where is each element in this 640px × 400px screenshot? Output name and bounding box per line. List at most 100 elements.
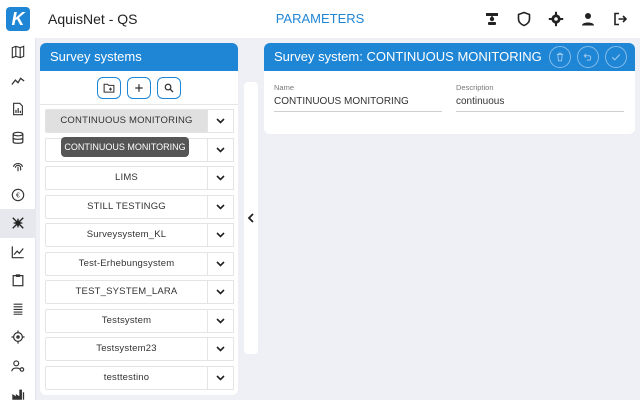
- map-icon: [11, 45, 25, 59]
- expand-button[interactable]: [208, 194, 234, 219]
- nav-target[interactable]: [0, 323, 36, 352]
- expand-button[interactable]: [208, 365, 234, 390]
- factory-icon: [12, 389, 25, 400]
- logout-icon[interactable]: [610, 9, 630, 29]
- list-item-label[interactable]: STILL TESTINGG: [45, 194, 208, 219]
- list-item-label[interactable]: Testsystem: [45, 308, 208, 333]
- list-item[interactable]: LIMS: [45, 166, 234, 190]
- nav-chart[interactable]: [0, 238, 36, 267]
- add-folder-icon: [103, 83, 115, 93]
- chevron-down-icon: [216, 118, 225, 124]
- collapse-panel-toggle[interactable]: [244, 82, 258, 354]
- list-item-label[interactable]: Surveysystem_KL: [45, 223, 208, 247]
- plus-icon: [135, 83, 143, 92]
- expand-button[interactable]: [208, 251, 234, 276]
- top-bar: K AquisNet - QS PARAMETERS: [0, 0, 640, 38]
- target-icon: [11, 330, 25, 344]
- database-icon: [12, 131, 24, 144]
- expand-button[interactable]: [208, 308, 234, 333]
- gear-icon[interactable]: [546, 9, 566, 29]
- description-label: Description: [456, 83, 494, 92]
- nav-layers[interactable]: [0, 295, 36, 324]
- list-item[interactable]: Test-Erhebungsystem: [45, 251, 234, 276]
- list-item[interactable]: TEST_SYSTEM_LARA: [45, 280, 234, 304]
- list-item[interactable]: CONTINUOUS MONITORING: [45, 109, 234, 133]
- expand-button[interactable]: [208, 223, 234, 247]
- user-settings-icon: [11, 360, 25, 372]
- chevron-down-icon: [216, 175, 225, 181]
- list-item-label[interactable]: testtestino: [45, 365, 208, 390]
- chevron-left-icon: [247, 213, 254, 223]
- app-logo[interactable]: K: [6, 7, 30, 31]
- chevron-down-icon: [216, 289, 225, 295]
- tooltip: CONTINUOUS MONITORING: [61, 137, 189, 157]
- search-icon: [164, 83, 174, 93]
- euro-icon: €: [11, 188, 25, 202]
- chevron-down-icon: [216, 232, 225, 238]
- undo-icon: [583, 53, 592, 61]
- nav-clipboard[interactable]: [0, 266, 36, 295]
- clipboard-icon: [12, 274, 24, 287]
- expand-button[interactable]: [208, 137, 234, 162]
- chevron-down-icon: [216, 203, 225, 210]
- survey-system-detail-panel: Survey system: CONTINUOUS MONITORING Nam…: [264, 43, 635, 134]
- list-item[interactable]: testtestino: [45, 365, 234, 390]
- nav-bug[interactable]: [0, 209, 36, 238]
- detail-header-actions: [549, 46, 627, 68]
- list-item-label[interactable]: TEST_SYSTEM_LARA: [45, 280, 208, 304]
- svg-text:€: €: [16, 192, 20, 199]
- undo-button[interactable]: [577, 46, 599, 68]
- list-item[interactable]: Testsystem23: [45, 337, 234, 361]
- list-item-label[interactable]: Test-Erhebungsystem: [45, 251, 208, 276]
- nav-trend[interactable]: [0, 67, 36, 96]
- trend-icon: [11, 77, 25, 85]
- list-item-label[interactable]: LIMS: [45, 166, 208, 190]
- survey-systems-panel: Survey systems CONTINUOUS MONITORING LIMS…: [40, 43, 238, 395]
- nav-user-settings[interactable]: [0, 352, 36, 381]
- add-folder-button[interactable]: [97, 76, 121, 99]
- search-button[interactable]: [157, 76, 181, 99]
- user-icon[interactable]: [578, 9, 598, 29]
- user-group-icon[interactable]: [482, 9, 502, 29]
- save-button[interactable]: [605, 46, 627, 68]
- list-item[interactable]: STILL TESTINGG: [45, 194, 234, 219]
- delete-button[interactable]: [549, 46, 571, 68]
- name-value[interactable]: CONTINUOUS MONITORING: [274, 96, 442, 112]
- nav-report[interactable]: [0, 95, 36, 124]
- chevron-down-icon: [216, 146, 225, 153]
- report-icon: [13, 102, 23, 116]
- delete-icon: [556, 52, 564, 62]
- chevron-down-icon: [216, 374, 225, 381]
- chart-icon: [11, 246, 24, 259]
- description-value[interactable]: continuous: [456, 96, 624, 112]
- description-field[interactable]: Description continuous: [456, 83, 624, 112]
- chevron-down-icon: [216, 260, 225, 267]
- list-item[interactable]: Surveysystem_KL: [45, 223, 234, 247]
- nav-fingerprint[interactable]: [0, 152, 36, 181]
- survey-systems-toolbar: [40, 71, 238, 105]
- app-title: AquisNet - QS: [48, 11, 138, 27]
- expand-button[interactable]: [208, 166, 234, 190]
- survey-systems-title: Survey systems: [40, 43, 238, 71]
- nav-map[interactable]: [0, 38, 36, 67]
- nav-factory[interactable]: [0, 380, 36, 400]
- list-item[interactable]: Testsystem: [45, 308, 234, 333]
- nav-database[interactable]: [0, 124, 36, 153]
- top-icon-bar: [482, 9, 630, 29]
- check-icon: [611, 54, 621, 61]
- expand-button[interactable]: [208, 337, 234, 361]
- shield-icon[interactable]: [514, 9, 534, 29]
- nav-euro[interactable]: €: [0, 181, 36, 210]
- chevron-down-icon: [216, 317, 225, 324]
- list-item-label[interactable]: Testsystem23: [45, 337, 208, 361]
- name-label: Name: [274, 83, 295, 92]
- name-field[interactable]: Name CONTINUOUS MONITORING: [274, 83, 442, 112]
- side-navigation: €: [0, 38, 36, 400]
- layers-icon: [13, 303, 23, 315]
- fingerprint-icon: [13, 163, 23, 172]
- expand-button[interactable]: [208, 280, 234, 304]
- list-item-label[interactable]: CONTINUOUS MONITORING: [45, 109, 208, 133]
- add-button[interactable]: [127, 76, 151, 99]
- bug-icon: [12, 217, 24, 229]
- expand-button[interactable]: [208, 109, 234, 133]
